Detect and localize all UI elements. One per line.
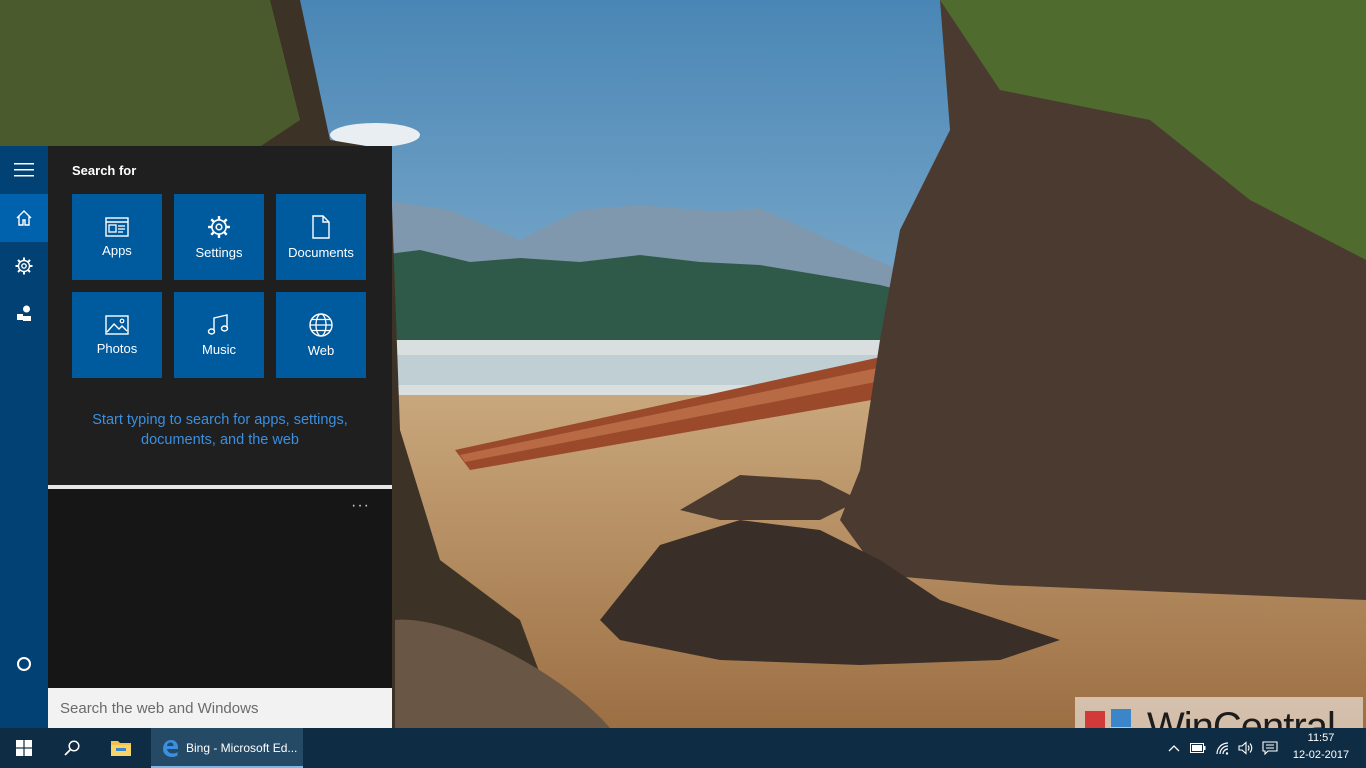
feedback-icon [17,305,31,321]
network-button[interactable] [1213,728,1233,768]
cortana-circle-icon [17,657,31,671]
show-hidden-icons-button[interactable] [1166,728,1182,768]
more-options-button[interactable]: ··· [351,497,370,515]
taskbar: Bing - Microsoft Ed... 11:57 12-02-2017 [0,728,1366,768]
web-filter-tile[interactable]: Web [276,292,366,378]
tile-label: Photos [96,340,138,356]
document-icon [312,214,330,239]
clock-button[interactable]: 11:57 12-02-2017 [1287,728,1355,768]
home-button[interactable] [0,194,48,242]
search-hint-line: Start typing to search for apps, setting… [92,412,348,428]
cortana-content-pane: Search for Apps Settings Documents Photo… [48,146,392,728]
music-filter-tile[interactable]: Music [174,292,264,378]
cortana-side-rail [0,146,48,728]
search-button[interactable] [48,728,96,768]
battery-button[interactable] [1188,728,1208,768]
apps-filter-tile[interactable]: Apps [72,194,162,280]
search-icon [64,740,80,756]
feedback-button[interactable] [0,289,48,337]
gear-icon [15,257,33,275]
file-explorer-button[interactable] [97,728,145,768]
file-explorer-icon [111,741,131,756]
tile-label: Web [307,342,335,358]
edge-icon [163,740,178,757]
clock-date: 12-02-2017 [1292,749,1350,761]
edge-taskbar-item[interactable]: Bing - Microsoft Ed... [151,728,303,768]
globe-icon [309,312,333,337]
start-button[interactable] [0,728,48,768]
windows-logo-icon [16,740,32,756]
photo-icon [105,314,129,335]
documents-filter-tile[interactable]: Documents [276,194,366,280]
cortana-button[interactable] [0,640,48,688]
wifi-icon [1216,742,1229,755]
search-for-heading: Search for [72,163,137,178]
apps-icon [105,216,129,237]
photos-filter-tile[interactable]: Photos [72,292,162,378]
tile-label: Documents [288,244,354,260]
search-input[interactable] [48,688,392,728]
volume-icon [1238,741,1253,755]
notebook-settings-button[interactable] [0,242,48,290]
action-center-icon [1262,741,1278,755]
music-icon [207,313,229,335]
settings-filter-tile[interactable]: Settings [174,194,264,280]
hamburger-menu-icon [14,163,34,177]
gear-icon [208,215,230,238]
search-hint-text: Start typing to search for apps, setting… [72,410,368,450]
clock-time: 11:57 [1307,732,1335,744]
edge-window-title: Bing - Microsoft Ed... [186,741,298,755]
tile-label: Music [202,341,236,357]
tile-label: Settings [195,244,243,260]
hamburger-menu-button[interactable] [0,146,48,194]
cortana-panel: Search for Apps Settings Documents Photo… [0,146,392,728]
search-hint-line: documents, and the web [141,432,299,448]
chevron-up-icon [1168,745,1180,752]
action-center-button[interactable] [1260,728,1280,768]
battery-icon [1190,743,1206,753]
recent-activity-area: ··· [48,489,392,688]
search-filters-area: Search for Apps Settings Documents Photo… [48,146,392,485]
tile-label: Apps [102,242,132,258]
volume-button[interactable] [1236,728,1256,768]
home-icon [16,210,32,226]
